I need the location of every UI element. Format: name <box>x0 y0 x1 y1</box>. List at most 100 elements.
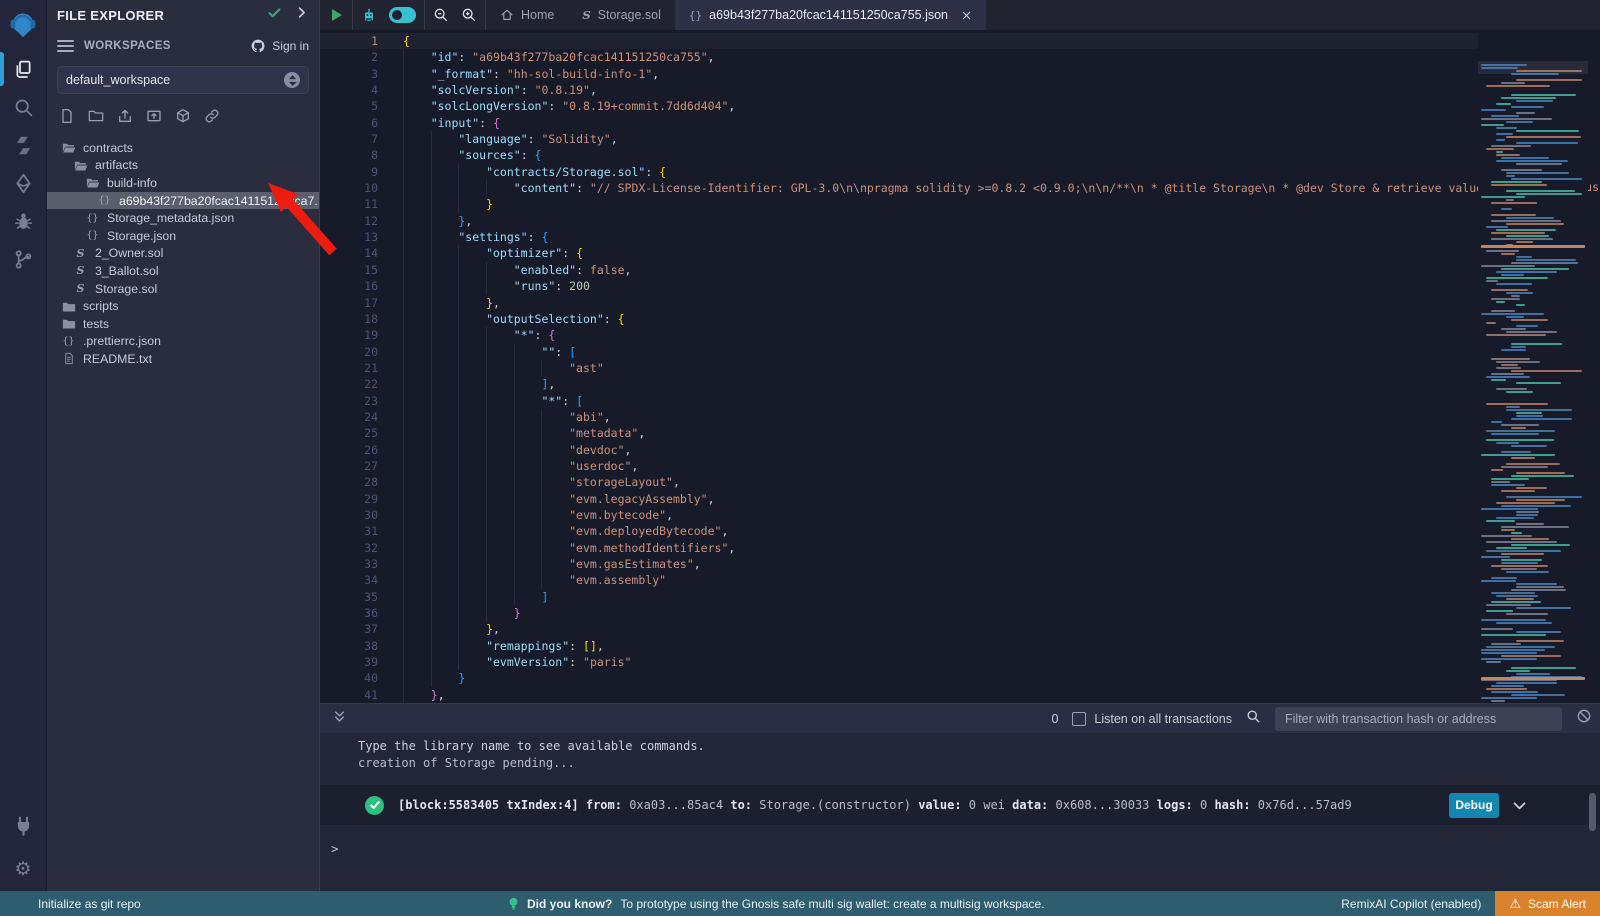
warning-icon: ⚠ <box>1509 897 1521 910</box>
line-number-gutter: 1234567891011121314151617181920212223242… <box>320 33 378 703</box>
tx-filter-input[interactable] <box>1275 707 1562 731</box>
tx-expand-chevron-icon[interactable] <box>1511 797 1528 814</box>
rail-plugin-manager-icon[interactable] <box>0 803 47 847</box>
code-editor[interactable]: 1234567891011121314151617181920212223242… <box>320 30 1600 703</box>
code-line: ] <box>403 589 1478 605</box>
cube-icon[interactable] <box>175 108 191 129</box>
new-folder-icon[interactable] <box>88 108 104 129</box>
code-line: "id": "a69b43f277ba20fcac141151250ca755"… <box>403 49 1478 65</box>
ai-copilot-robot-icon[interactable] <box>361 7 377 23</box>
rail-remix-logo-icon[interactable] <box>0 2 47 50</box>
tree-item[interactable]: S3_Ballot.sol <box>47 262 319 280</box>
workspace-select[interactable]: default_workspace <box>57 66 309 94</box>
code-line: "sources": { <box>403 147 1478 163</box>
tree-item-label: README.txt <box>83 352 152 366</box>
code-line: }, <box>403 621 1478 637</box>
code-line: "input": { <box>403 115 1478 131</box>
minimap[interactable] <box>1478 60 1588 703</box>
rail-debugger-icon[interactable] <box>0 202 47 240</box>
copilot-toggle[interactable] <box>389 7 416 23</box>
code-line: } <box>403 605 1478 621</box>
tree-item[interactable]: {} .prettierrc.json <box>47 333 319 351</box>
listen-all-checkbox[interactable] <box>1072 712 1086 726</box>
close-tab-icon[interactable] <box>961 10 972 21</box>
code-line: "settings": { <box>403 229 1478 245</box>
tab-home[interactable]: Home <box>486 0 568 30</box>
tree-item-label: a69b43f277ba20fcac141151250ca7... <box>119 194 319 208</box>
code-line: "evm.deployedBytecode", <box>403 523 1478 539</box>
zoom-out-icon[interactable] <box>433 7 449 23</box>
terminal-header: 0 Listen on all transactions <box>320 703 1600 733</box>
code-line: "abi", <box>403 409 1478 425</box>
tree-item-label: Storage.json <box>107 229 176 243</box>
solidity-file-icon: S <box>73 247 88 260</box>
tree-item-label: 2_Owner.sol <box>95 246 163 260</box>
tree-item-label: .prettierrc.json <box>83 334 161 348</box>
transaction-log-row[interactable]: [block:5583405 txIndex:4] from: 0xa03...… <box>320 785 1600 825</box>
tree-item-label: scripts <box>83 299 119 313</box>
clear-console-icon[interactable] <box>1576 708 1592 729</box>
rail-file-explorer-icon[interactable] <box>0 50 47 88</box>
tree-item[interactable]: S 2_Owner.sol <box>47 245 319 263</box>
rail-git-icon[interactable] <box>0 240 47 278</box>
tab-a69b43f277ba20fcac141151250ca755-json[interactable]: {}a69b43f277ba20fcac141151250ca755.json <box>675 0 986 30</box>
tree-item[interactable]: tests <box>47 315 319 333</box>
code-line: "remappings": [], <box>403 638 1478 654</box>
tree-item[interactable]: SStorage.sol <box>47 280 319 298</box>
home-icon <box>500 8 514 22</box>
terminal-prompt[interactable]: > <box>320 841 1600 856</box>
tree-item-label: build-info <box>107 176 157 190</box>
tree-item[interactable]: scripts <box>47 297 319 315</box>
code-line: "evm.methodIdentifiers", <box>403 540 1478 556</box>
code-line: { <box>403 33 1478 49</box>
terminal-output[interactable]: Type the library name to see available c… <box>320 733 1600 891</box>
code-line: "*": [ <box>403 393 1478 409</box>
rail-solidity-compiler-icon[interactable] <box>0 126 47 164</box>
zoom-in-icon[interactable] <box>461 7 477 23</box>
tree-item[interactable]: {}Storage_metadata.json <box>47 209 319 227</box>
run-script-button[interactable] <box>328 7 344 23</box>
code-line: }, <box>403 687 1478 703</box>
link-icon[interactable] <box>204 108 220 129</box>
terminal-scrollbar[interactable] <box>1589 793 1596 831</box>
rail-search-icon[interactable] <box>0 88 47 126</box>
debug-button[interactable]: Debug <box>1449 793 1499 818</box>
code-line: "userdoc", <box>403 458 1478 474</box>
tree-item-label: contracts <box>83 141 133 155</box>
json-file-icon: {} <box>85 213 100 224</box>
git-init-button[interactable]: Initialize as git repo <box>38 897 141 911</box>
tree-item[interactable]: README.txt <box>47 350 319 368</box>
code-line: "solcLongVersion": "0.8.19+commit.7dd6d4… <box>403 98 1478 114</box>
folder-open-icon <box>85 176 100 189</box>
new-file-icon[interactable] <box>59 108 75 129</box>
folder-open-icon <box>61 141 76 154</box>
workspace-name: default_workspace <box>66 73 284 87</box>
scam-alert-button[interactable]: ⚠ Scam Alert <box>1495 891 1600 916</box>
code-line: }, <box>403 213 1478 229</box>
json-file-icon: {} <box>61 336 76 347</box>
rail-settings-icon[interactable]: ⚙ <box>0 847 47 891</box>
workspaces-menu-icon[interactable] <box>57 40 74 52</box>
code-line: "language": "Solidity", <box>403 131 1478 147</box>
upload-file-icon[interactable] <box>117 108 133 129</box>
tree-item[interactable]: contracts <box>47 139 319 157</box>
code-line: "evm.assembly" <box>403 572 1478 588</box>
tree-item[interactable]: {}Storage.json <box>47 227 319 245</box>
panel-title: FILE EXPLORER <box>57 8 267 23</box>
code-line: "optimizer": { <box>403 245 1478 261</box>
terminal-expand-icon[interactable] <box>332 709 347 729</box>
tree-item[interactable]: artifacts <box>47 157 319 175</box>
copilot-status[interactable]: RemixAI Copilot (enabled) <box>1341 897 1481 911</box>
code-line: "": [ <box>403 344 1478 360</box>
pending-tx-count: 0 <box>1051 712 1058 726</box>
code-line: "storageLayout", <box>403 474 1478 490</box>
tree-item[interactable]: {}a69b43f277ba20fcac141151250ca7... <box>47 192 319 210</box>
collapse-panel-chevron-icon[interactable] <box>294 5 309 25</box>
lightbulb-icon <box>508 897 519 911</box>
github-signin-button[interactable]: Sign in <box>250 38 309 54</box>
upload-folder-icon[interactable] <box>146 108 162 129</box>
rail-deploy-and-run-icon[interactable] <box>0 164 47 202</box>
tree-item[interactable]: build-info <box>47 174 319 192</box>
tab-storage-sol[interactable]: SStorage.sol <box>568 0 675 30</box>
github-icon <box>250 38 266 54</box>
